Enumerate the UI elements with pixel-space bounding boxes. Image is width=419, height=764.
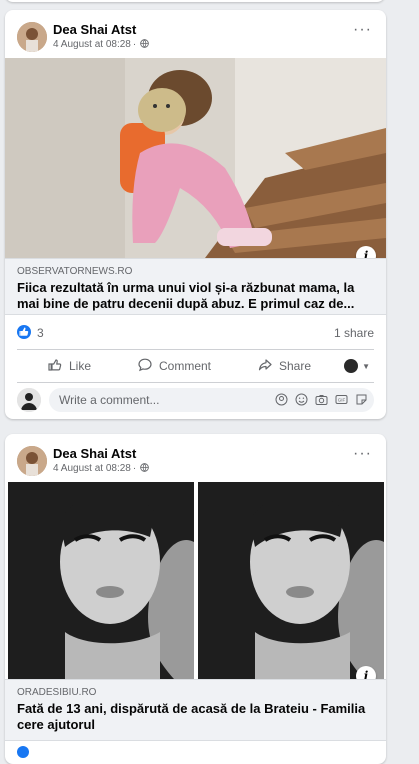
share-label: Share [279,359,312,373]
avatar-sticker-icon[interactable] [275,393,288,406]
reaction-count[interactable]: 3 [37,326,44,340]
link-preview[interactable]: OBSERVATORNEWS.RO Fiica rezultată în urm… [5,258,386,315]
meta-separator: · [132,463,137,474]
post-header: Dea Shai Atst 4 August at 08:28 · ··· [5,10,386,58]
reaction-summary: 3 1 share [5,321,386,347]
post-header: Dea Shai Atst 4 August at 08:28 · ··· [5,434,386,482]
camera-icon[interactable] [315,393,328,406]
action-bar: Like Comment Share ▼ [17,349,374,383]
user-avatar[interactable] [17,388,41,412]
reaction-profile-selector[interactable]: ▼ [344,350,370,382]
post-meta: 4 August at 08:28 · [53,39,150,50]
link-preview-image[interactable] [5,482,386,679]
link-title[interactable]: Fată de 13 ani, dispărută de acasă de la… [17,701,372,733]
link-title[interactable]: Fiica rezultată în urma unui viol și-a r… [17,280,372,312]
emoji-icon[interactable] [295,393,308,406]
author-avatar[interactable] [17,446,47,476]
chevron-down-icon: ▼ [362,361,370,371]
author-avatar[interactable] [17,22,47,52]
sticker-icon[interactable] [355,393,368,406]
gif-icon[interactable]: GIF [335,393,348,406]
meta-separator: · [132,39,137,50]
author-name[interactable]: Dea Shai Atst [53,446,136,461]
post-date[interactable]: 4 August at 08:28 [53,39,131,50]
share-icon [257,357,279,376]
ellipsis-icon[interactable]: ··· [353,22,372,38]
comment-composer: GIF [17,388,374,414]
author-name[interactable]: Dea Shai Atst [53,22,136,37]
like-reaction-icon[interactable] [17,325,31,339]
like-button[interactable]: Like [47,350,91,382]
link-domain: ORADESIBIU.RO [17,687,97,698]
thumbs-up-icon [47,357,69,376]
link-domain: OBSERVATORNEWS.RO [17,266,133,277]
like-reaction-icon[interactable] [17,746,29,758]
previous-post-edge [5,0,385,2]
ellipsis-icon[interactable]: ··· [353,446,372,462]
link-preview[interactable]: ORADESIBIU.RO Fată de 13 ani, dispărută … [5,679,386,741]
like-label: Like [69,359,92,373]
svg-text:GIF: GIF [338,397,346,402]
globe-icon [140,463,150,472]
comment-tools: GIF [275,393,368,406]
post-meta: 4 August at 08:28 · [53,463,150,474]
post-date[interactable]: 4 August at 08:28 [53,463,131,474]
comment-button[interactable]: Comment [137,350,211,382]
share-button[interactable]: Share [257,350,311,382]
comment-icon [137,357,159,376]
profile-avatar [344,359,359,373]
feed-post: Dea Shai Atst 4 August at 08:28 · ··· i O… [5,10,386,419]
share-count[interactable]: 1 share [334,326,374,340]
feed-post: Dea Shai Atst 4 August at 08:28 · ··· i … [5,434,386,764]
link-preview-image[interactable] [5,58,386,258]
globe-icon [140,39,150,48]
comment-label: Comment [159,359,212,373]
